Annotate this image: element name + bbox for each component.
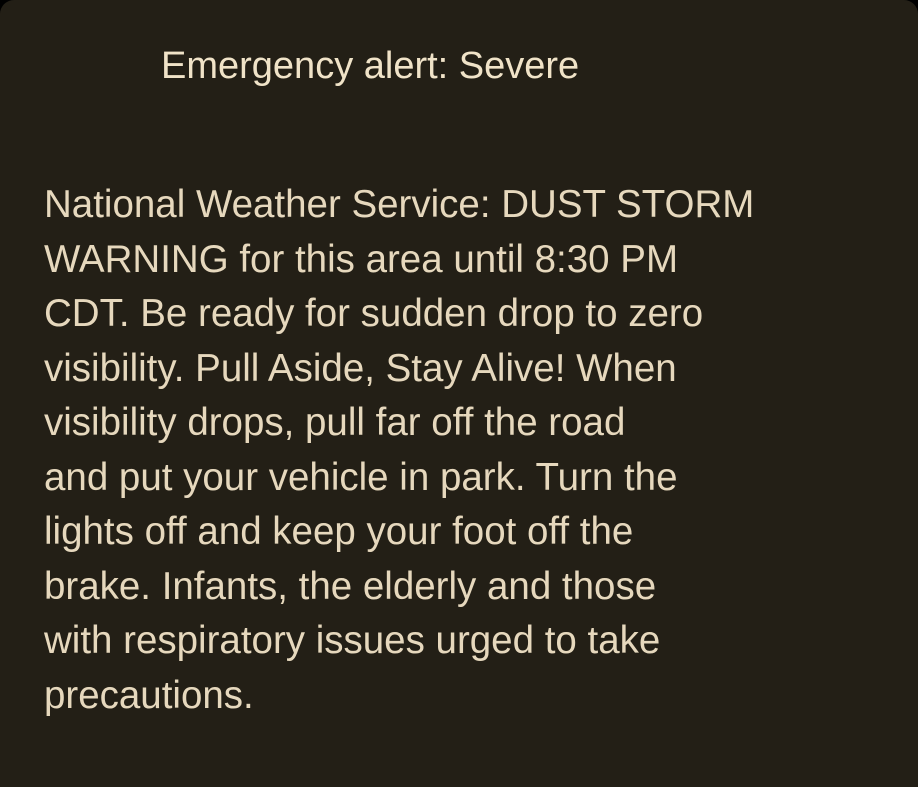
alert-message-line: National Weather Service: DUST STORM [44, 183, 755, 226]
alert-message-line: and put your vehicle in park. Turn the [44, 455, 678, 499]
alert-message-line: visibility drops, pull far off the road [44, 401, 626, 444]
alert-message-line: precautions. [44, 673, 254, 717]
alert-message-line: lights off and keep your foot off the [44, 510, 634, 553]
alert-title: Emergency alert: Severe [161, 45, 580, 87]
emergency-alert-dialog: Emergency alert: Severe National Weather… [0, 0, 918, 787]
alert-message: National Weather Service: DUST STORM WAR… [44, 178, 894, 723]
alert-message-line: brake. Infants, the elderly and those [44, 564, 657, 608]
alert-message-line: WARNING for this area until 8:30 PM [44, 237, 679, 281]
alert-message-line: CDT. Be ready for sudden drop to zero [44, 292, 704, 335]
alert-message-line: visibility. Pull Aside, Stay Alive! When [44, 346, 677, 390]
alert-message-line: with respiratory issues urged to take [44, 619, 661, 662]
